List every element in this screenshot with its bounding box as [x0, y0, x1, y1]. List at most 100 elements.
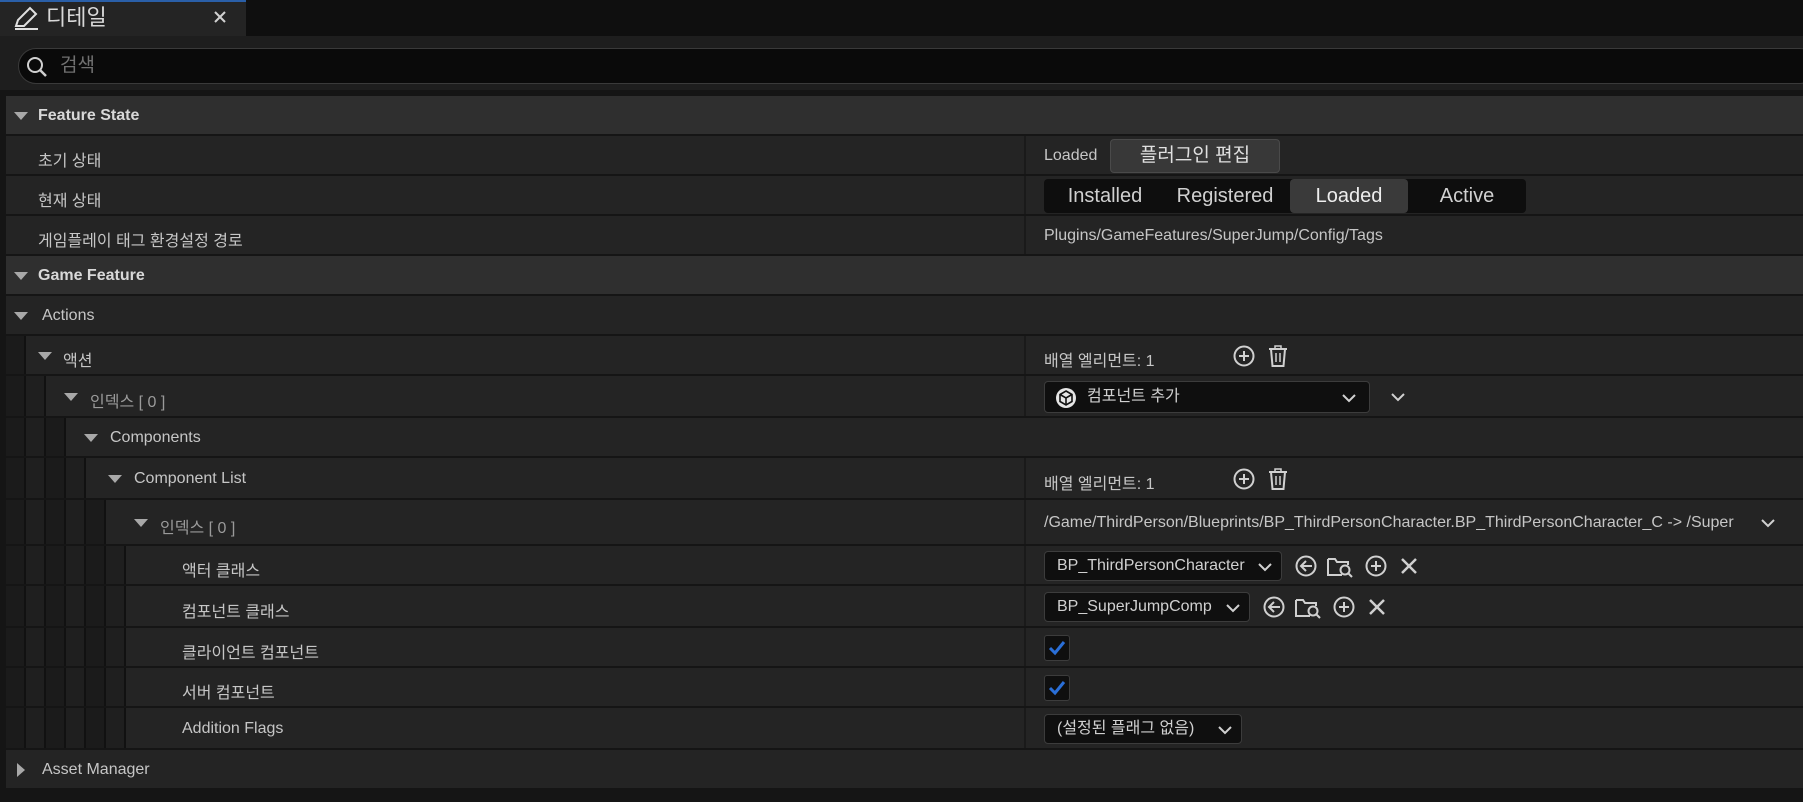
array-element-count: 배열 엘리먼트: 1	[1044, 353, 1155, 370]
indent-guide	[66, 586, 86, 626]
chevron-down-icon[interactable]	[1390, 391, 1406, 403]
indent-guide	[66, 628, 86, 666]
column-divider[interactable]	[1024, 500, 1026, 544]
trash-icon[interactable]	[1266, 344, 1290, 368]
close-icon[interactable]	[210, 7, 230, 27]
property-row-actions-array: 액션 배열 엘리먼트: 1	[6, 336, 1803, 376]
tab-title: 디테일	[46, 5, 107, 30]
browse-folder-icon[interactable]	[1326, 553, 1354, 579]
column-divider[interactable]	[1024, 708, 1026, 748]
actor-class-value: BP_ThirdPersonCharacter	[1057, 557, 1245, 574]
chevron-down-icon[interactable]	[38, 352, 52, 360]
property-row-current-state: 현재 상태 Installed Registered Loaded Active	[6, 176, 1803, 216]
indent-guide	[86, 546, 106, 584]
group-components[interactable]: Components	[6, 418, 1803, 458]
use-selected-icon[interactable]	[1294, 554, 1318, 578]
group-label: Actions	[42, 307, 95, 324]
chevron-down-icon	[1226, 604, 1240, 613]
state-active[interactable]: Active	[1412, 179, 1522, 213]
add-circle-icon[interactable]	[1332, 595, 1356, 619]
actor-class-combo[interactable]: BP_ThirdPersonCharacter	[1044, 551, 1282, 581]
tag-config-value: Plugins/GameFeatures/SuperJump/Config/Ta…	[1044, 227, 1383, 244]
addition-flags-combo[interactable]: (설정된 플래그 없음)	[1044, 714, 1242, 744]
chevron-down-icon[interactable]	[64, 393, 78, 401]
column-divider[interactable]	[1024, 176, 1026, 214]
column-divider[interactable]	[1024, 546, 1026, 584]
property-label: 초기 상태	[38, 153, 102, 170]
indent-guide	[46, 668, 66, 706]
chevron-down-icon[interactable]	[14, 312, 28, 320]
clear-icon[interactable]	[1366, 596, 1388, 618]
addition-flags-value: (설정된 플래그 없음)	[1057, 720, 1195, 737]
indent-guide	[26, 628, 46, 666]
indent-guide	[46, 708, 66, 748]
state-installed[interactable]: Installed	[1048, 179, 1162, 213]
property-row-component-index-0: 인덱스 [ 0 ] /Game/ThirdPerson/Blueprints/B…	[6, 500, 1803, 546]
server-component-checkbox[interactable]	[1044, 675, 1070, 701]
search-input[interactable]	[58, 52, 858, 80]
trash-icon[interactable]	[1266, 467, 1290, 491]
chevron-down-icon[interactable]	[14, 272, 28, 280]
column-divider[interactable]	[1024, 668, 1026, 706]
indent-guide	[6, 500, 26, 544]
component-class-combo[interactable]: BP_SuperJumpComp	[1044, 592, 1250, 622]
indent-guide	[6, 336, 26, 374]
add-circle-icon[interactable]	[1232, 467, 1256, 491]
column-divider[interactable]	[1024, 628, 1026, 666]
column-divider[interactable]	[1024, 336, 1026, 374]
group-asset-manager[interactable]: Asset Manager	[6, 750, 1803, 790]
indent-guide	[86, 586, 106, 626]
indent-guide	[26, 458, 46, 498]
property-row-index-0: 인덱스 [ 0 ] 컴포넌트 추가	[6, 376, 1803, 418]
indent-guide	[86, 628, 106, 666]
property-row-component-list: Component List 배열 엘리먼트: 1	[6, 458, 1803, 500]
property-label: 인덱스 [ 0 ]	[160, 520, 236, 537]
add-component-combo[interactable]: 컴포넌트 추가	[1044, 381, 1370, 413]
client-component-checkbox[interactable]	[1044, 635, 1070, 661]
indent-guide	[46, 546, 66, 584]
indent-guide	[6, 586, 26, 626]
state-registered[interactable]: Registered	[1166, 179, 1284, 213]
add-circle-icon[interactable]	[1364, 554, 1388, 578]
indent-guide	[26, 376, 46, 416]
checkmark-icon	[1048, 681, 1066, 696]
indent-guide	[6, 546, 26, 584]
indent-guide	[66, 500, 86, 544]
chevron-down-icon[interactable]	[108, 475, 122, 483]
indent-guide	[26, 546, 46, 584]
search-icon	[27, 57, 47, 77]
chevron-down-icon[interactable]	[134, 519, 148, 527]
clear-icon[interactable]	[1398, 555, 1420, 577]
chevron-down-icon[interactable]	[84, 434, 98, 442]
use-selected-icon[interactable]	[1262, 595, 1286, 619]
property-row-tag-config-path: 게임플레이 태그 환경설정 경로 Plugins/GameFeatures/Su…	[6, 216, 1803, 256]
column-divider[interactable]	[1024, 136, 1026, 174]
state-loaded[interactable]: Loaded	[1290, 179, 1408, 213]
category-label: Game Feature	[38, 267, 145, 284]
property-label: Component List	[134, 470, 247, 487]
indent-guide	[106, 708, 126, 748]
indent-guide	[66, 668, 86, 706]
group-actions[interactable]: Actions	[6, 296, 1803, 336]
chevron-down-icon[interactable]	[1760, 517, 1776, 529]
indent-guide	[86, 500, 106, 544]
property-label: 클라이언트 컴포넌트	[182, 645, 319, 662]
indent-guide	[46, 500, 66, 544]
indent-guide	[106, 546, 126, 584]
indent-guide	[46, 586, 66, 626]
chevron-down-icon[interactable]	[14, 112, 28, 120]
column-divider[interactable]	[1024, 586, 1026, 626]
indent-guide	[66, 546, 86, 584]
edit-plugin-button[interactable]: 플러그인 편집	[1110, 139, 1280, 173]
category-game-feature[interactable]: Game Feature	[6, 256, 1803, 296]
column-divider[interactable]	[1024, 376, 1026, 416]
column-divider[interactable]	[1024, 458, 1026, 498]
pencil-icon	[14, 6, 38, 30]
category-feature-state[interactable]: Feature State	[6, 96, 1803, 136]
column-divider[interactable]	[1024, 216, 1026, 254]
indent-guide	[6, 628, 26, 666]
chevron-right-icon[interactable]	[17, 763, 25, 777]
tab-bar	[0, 0, 1803, 36]
browse-folder-icon[interactable]	[1294, 594, 1322, 620]
add-circle-icon[interactable]	[1232, 344, 1256, 368]
